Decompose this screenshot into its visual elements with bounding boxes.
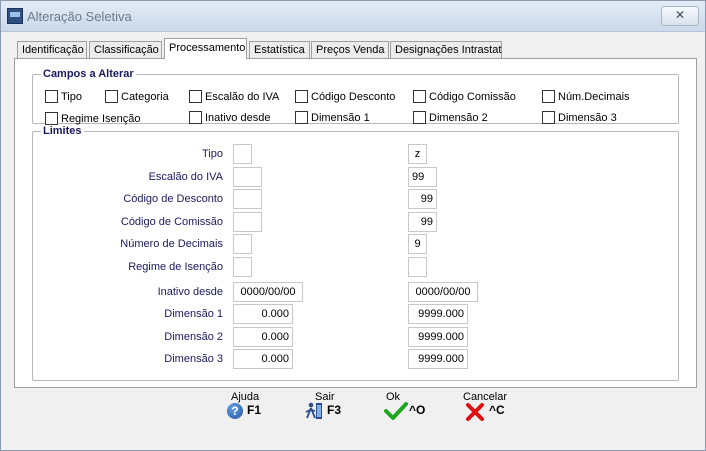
escalao-iva-to-input[interactable]: 99 (408, 167, 437, 187)
label-codigo-desconto: Código de Desconto (123, 193, 223, 205)
campos-group: Campos a Alterar Tipo Categoria Escalão … (32, 68, 679, 125)
tab-identificacao[interactable]: Identificação (17, 41, 87, 58)
close-icon: ✕ (674, 8, 686, 22)
tipo-to-input[interactable]: z (408, 144, 427, 164)
label-regime-isencao: Regime de Isenção (128, 261, 223, 273)
codigo-desconto-from-input[interactable] (233, 189, 262, 209)
window-title: Alteração Seletiva (27, 9, 132, 24)
codigo-desconto-to-input[interactable]: 99 (408, 189, 437, 209)
close-button[interactable]: ✕ (661, 6, 699, 26)
help-button[interactable]: Ajuda ? F1 (223, 391, 273, 421)
escalao-iva-from-input[interactable] (233, 167, 262, 187)
app-icon (7, 8, 23, 24)
dimensao-3-to-input[interactable]: 9999.000 (408, 349, 468, 369)
regime-isencao-to-input[interactable] (408, 257, 427, 277)
tab-panel: Campos a Alterar Tipo Categoria Escalão … (14, 58, 697, 388)
tab-classificacao[interactable]: Classificação (89, 41, 162, 58)
exit-button[interactable]: Sair F3 (303, 391, 353, 421)
codigo-comissao-from-input[interactable] (233, 212, 262, 232)
tab-precos-venda[interactable]: Preços Venda (311, 41, 389, 58)
limites-legend: Limites (43, 125, 82, 137)
numero-decimais-from-input[interactable] (233, 234, 252, 254)
label-numero-decimais: Número de Decimais (120, 238, 223, 250)
inativo-desde-from-input[interactable]: 0000/00/00 (233, 282, 303, 302)
label-inativo-desde: Inativo desde (157, 286, 223, 298)
codigo-comissao-to-input[interactable]: 99 (408, 212, 437, 232)
cancel-button[interactable]: Cancelar ^C (460, 391, 516, 421)
dimensao-2-from-input[interactable]: 0.000 (233, 327, 293, 347)
label-dimensao-2: Dimensão 2 (164, 331, 223, 343)
numero-decimais-to-input[interactable]: 9 (408, 234, 427, 254)
dimensao-2-to-input[interactable]: 9999.000 (408, 327, 468, 347)
label-dimensao-3: Dimensão 3 (164, 353, 223, 365)
window: Alteração Seletiva ✕ Identificação Class… (0, 0, 706, 451)
inativo-desde-to-input[interactable]: 0000/00/00 (408, 282, 478, 302)
tipo-from-input[interactable] (233, 144, 252, 164)
ok-button[interactable]: Ok ^O (382, 391, 432, 421)
title-bar: Alteração Seletiva ✕ (1, 1, 705, 32)
dimensao-3-from-input[interactable]: 0.000 (233, 349, 293, 369)
exit-icon (305, 402, 322, 419)
label-escalao-iva: Escalão do IVA (148, 171, 223, 183)
limites-group: Limites Tipo z Escalão do IVA 99 Código … (32, 125, 679, 381)
dimensao-1-from-input[interactable]: 0.000 (233, 304, 293, 324)
regime-isencao-from-input[interactable] (233, 257, 252, 277)
check-icon (384, 402, 408, 420)
x-icon (466, 403, 484, 421)
tab-estatistica[interactable]: Estatística (249, 41, 310, 58)
label-dimensao-1: Dimensão 1 (164, 308, 223, 320)
help-icon: ? (227, 403, 243, 419)
label-codigo-comissao: Código de Comissão (120, 216, 223, 228)
campos-legend: Campos a Alterar (43, 68, 134, 80)
tab-processamento[interactable]: Processamento (164, 38, 247, 59)
label-tipo: Tipo (202, 148, 223, 160)
tab-designacoes-intrastat[interactable]: Designações Intrastat (390, 41, 502, 58)
dimensao-1-to-input[interactable]: 9999.000 (408, 304, 468, 324)
